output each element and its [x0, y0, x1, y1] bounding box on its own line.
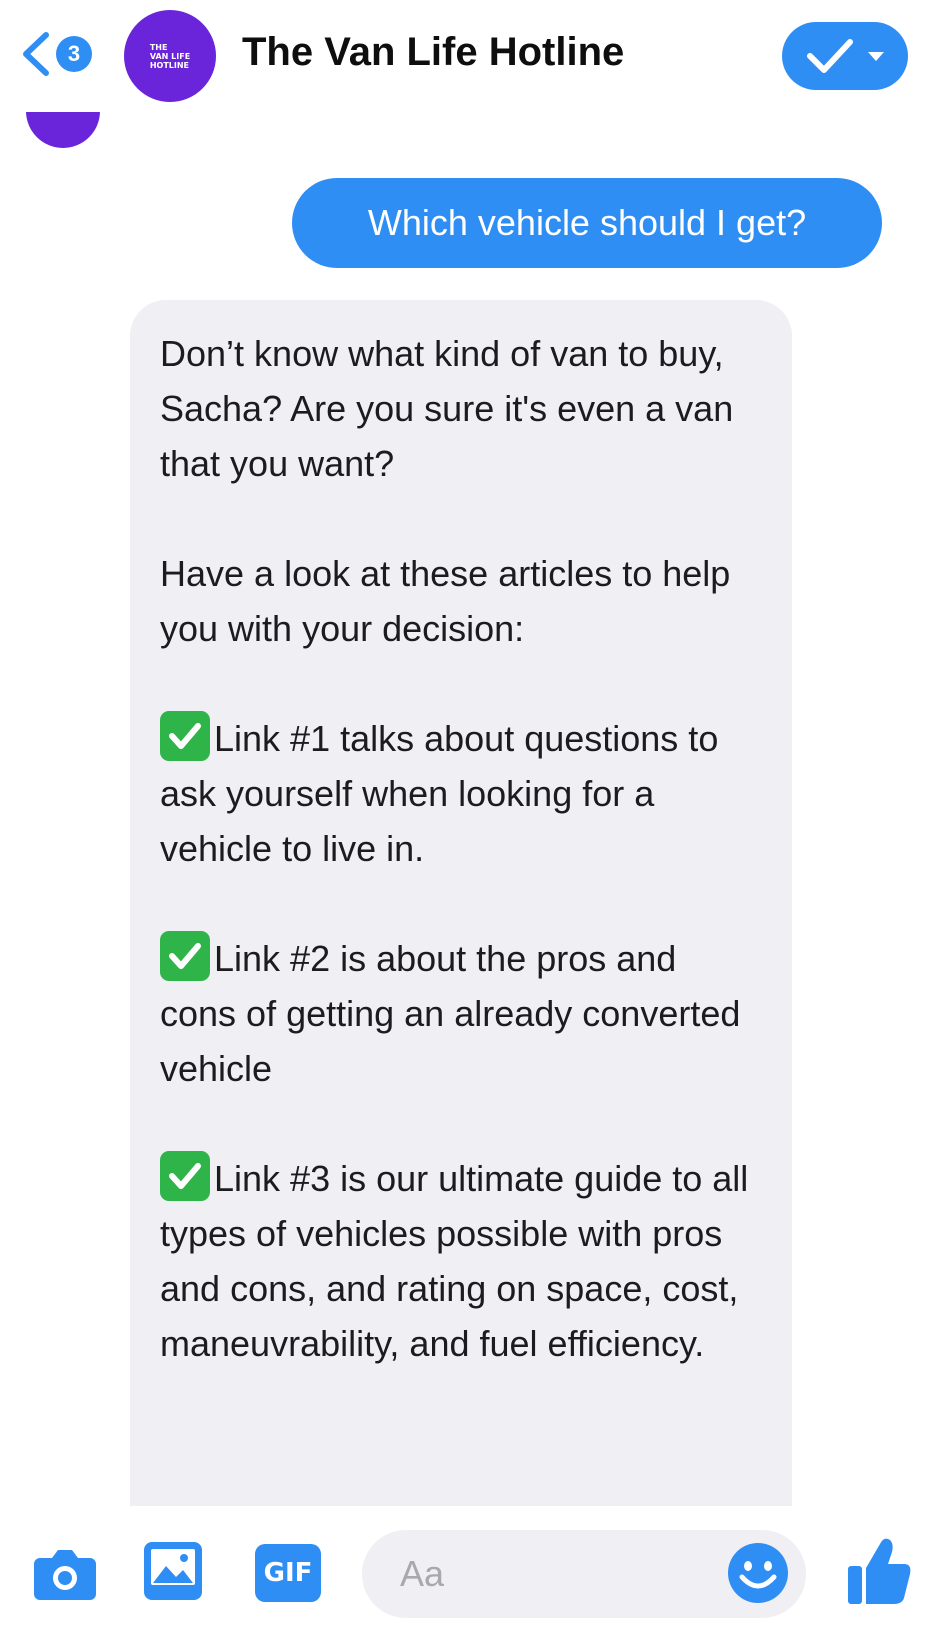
page-avatar[interactable]: THE VAN LIFE HOTLINE — [124, 10, 216, 102]
message-intro: Don’t know what kind of van to buy, Sach… — [160, 333, 734, 484]
image-icon[interactable] — [142, 1540, 204, 1602]
message-link-2: Link #2 is about the pros and cons of ge… — [160, 931, 762, 1096]
camera-icon[interactable] — [32, 1544, 98, 1602]
chevron-left-icon — [23, 32, 49, 76]
avatar-logo-text: THE VAN LIFE HOTLINE — [149, 42, 191, 70]
smiley-icon[interactable] — [726, 1541, 790, 1605]
gif-button[interactable]: GIF — [255, 1544, 321, 1602]
message-link-1: Link #1 talks about questions to ask you… — [160, 711, 762, 876]
header-action-button[interactable] — [782, 22, 908, 90]
check-icon — [807, 39, 853, 73]
incoming-message[interactable]: Don’t know what kind of van to buy, Sach… — [130, 300, 792, 1510]
checkbox-emoji-icon — [160, 711, 210, 761]
dropdown-caret-icon — [868, 52, 884, 61]
checkbox-emoji-icon — [160, 931, 210, 981]
back-button[interactable]: 3 — [18, 22, 98, 86]
thumbs-up-icon[interactable] — [846, 1536, 912, 1606]
message-prompt: Have a look at these articles to help yo… — [160, 553, 731, 649]
conversation-title[interactable]: The Van Life Hotline — [242, 30, 624, 75]
outgoing-message[interactable]: Which vehicle should I get? — [292, 178, 882, 268]
message-input-placeholder: Aa — [400, 1553, 445, 1594]
unread-count-badge: 3 — [56, 36, 92, 72]
message-link-3: Link #3 is our ultimate guide to all typ… — [160, 1151, 762, 1371]
conversation-header: 3 THE VAN LIFE HOTLINE The Van Life Hotl… — [0, 0, 930, 112]
checkbox-emoji-icon — [160, 1151, 210, 1201]
